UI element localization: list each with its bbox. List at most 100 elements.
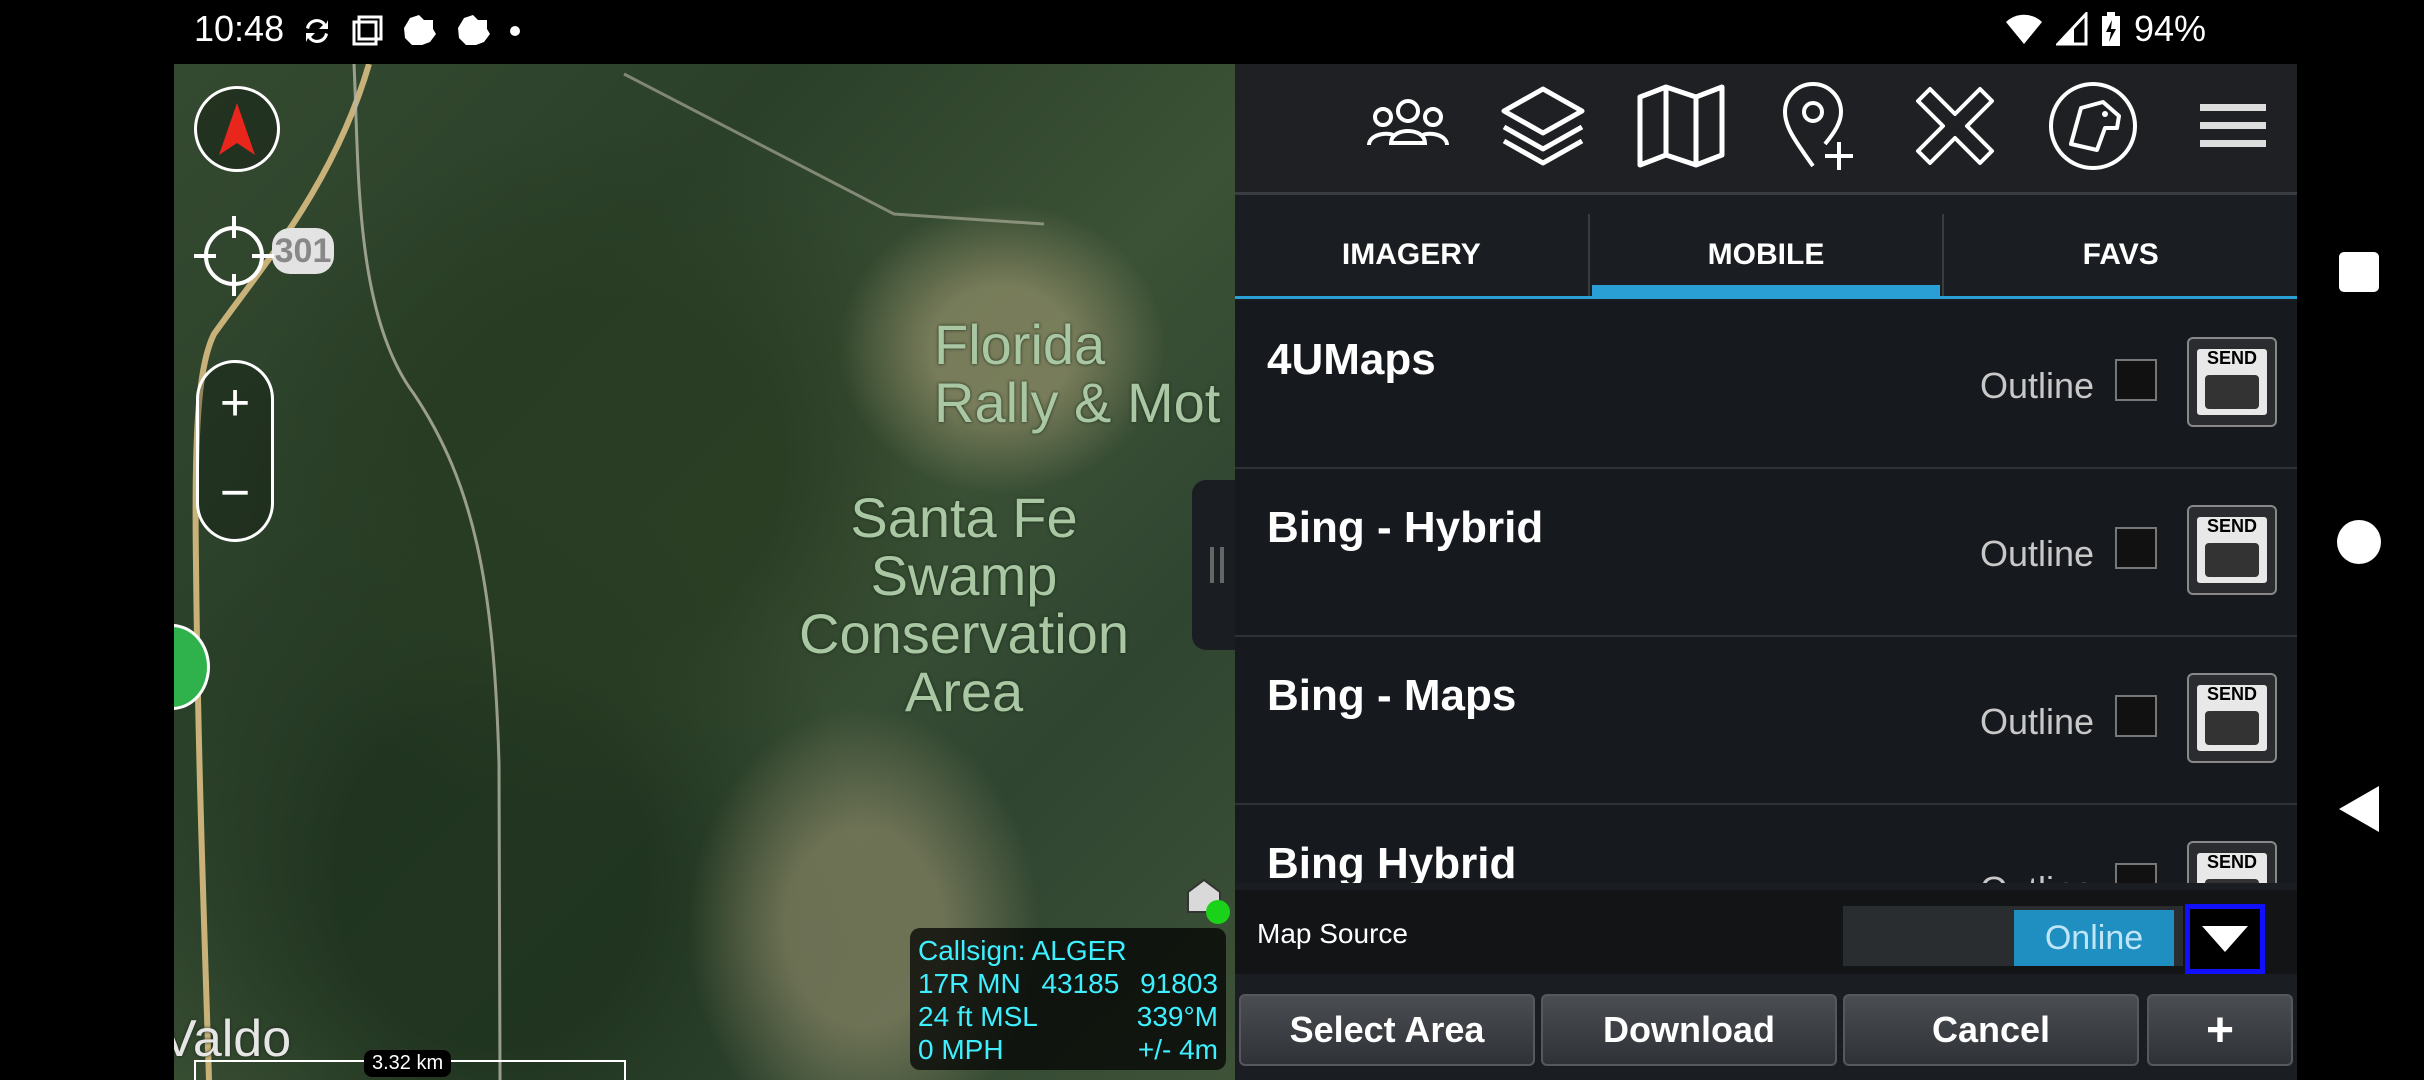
- grid-line: 17R MN 43185 91803: [918, 967, 1218, 1000]
- send-label: SEND: [2206, 516, 2257, 536]
- zoom-out-button[interactable]: −: [199, 463, 271, 523]
- wifi-icon: [2005, 14, 2042, 44]
- zoom-in-button[interactable]: +: [199, 373, 271, 433]
- altitude-line: 24 ft MSL 339°M: [918, 1000, 1218, 1033]
- status-time: 10:48: [194, 8, 285, 49]
- grid-zone: 17R MN: [918, 968, 1021, 999]
- heading: 339°M: [1136, 1001, 1218, 1032]
- notification-icon: [458, 15, 490, 45]
- map-source-value[interactable]: Online: [2014, 910, 2174, 966]
- drag-handle-icon: [1210, 547, 1224, 583]
- panel-drag-handle[interactable]: [1192, 480, 1235, 650]
- send-icon: SEND: [2197, 517, 2267, 583]
- route-shield: 301: [272, 228, 334, 274]
- cancel-button[interactable]: Cancel: [1843, 994, 2139, 1066]
- outline-label: Outline: [1980, 869, 2094, 883]
- map-manager-panel: IMAGERY MOBILE FAVS 4UMaps Outline SEND …: [1235, 64, 2297, 1080]
- map-source-list[interactable]: 4UMaps Outline SEND Bing - Hybrid Outlin…: [1235, 301, 2297, 883]
- send-icon: SEND: [2197, 685, 2267, 751]
- status-bar: 10:48 94%: [0, 0, 2424, 64]
- layers-icon: [1501, 86, 1585, 166]
- speed-line: 0 MPH +/- 4m: [918, 1033, 1218, 1066]
- list-item[interactable]: Bing - Maps Outline SEND: [1235, 637, 2297, 805]
- home-button[interactable]: [2337, 520, 2381, 564]
- my-location-button[interactable]: [192, 214, 276, 298]
- add-button[interactable]: +: [2147, 994, 2293, 1066]
- back-button[interactable]: [2337, 784, 2381, 839]
- tak-marker-icon: [1187, 878, 1230, 924]
- outline-label: Outline: [1980, 701, 2095, 742]
- map-label-florida: Florida Rally & Mot: [934, 313, 1221, 434]
- send-label: SEND: [2206, 684, 2257, 704]
- outline-checkbox[interactable]: [2115, 863, 2157, 883]
- list-item[interactable]: Bing Hybrid Outline SEND: [1235, 805, 2297, 883]
- outline-label: Outline: [1980, 533, 2095, 574]
- contacts-icon: [1367, 99, 1449, 146]
- compass-button[interactable]: [194, 86, 280, 172]
- sync-icon: [306, 19, 328, 43]
- contacts-button[interactable]: [1360, 78, 1456, 174]
- send-button[interactable]: SEND: [2187, 505, 2277, 595]
- send-label: SEND: [2206, 852, 2257, 872]
- map-name: Bing - Maps: [1267, 671, 1517, 720]
- map-label-swamp: Santa Fe Swamp Conservation Area: [799, 486, 1129, 723]
- send-button[interactable]: SEND: [2187, 673, 2277, 763]
- tab-imagery[interactable]: IMAGERY: [1235, 214, 1590, 296]
- map-name: Bing - Hybrid: [1267, 503, 1544, 552]
- add-marker-button[interactable]: [1770, 78, 1866, 174]
- menu-button[interactable]: [2185, 78, 2281, 174]
- map-source-label: Map Source: [1257, 918, 1408, 949]
- altitude: 24 ft MSL: [918, 1001, 1038, 1032]
- crosshair-icon: [194, 216, 274, 296]
- easting: 43185: [1041, 968, 1120, 999]
- send-button[interactable]: SEND: [2187, 841, 2277, 883]
- close-icon: [1916, 87, 1994, 165]
- accuracy: +/- 4m: [1137, 1034, 1218, 1065]
- tab-favs[interactable]: FAVS: [1944, 214, 2297, 296]
- status-right: 94%: [2004, 8, 2206, 50]
- action-bar: Select Area Download Cancel +: [1235, 988, 2297, 1072]
- outline-checkbox[interactable]: [2115, 359, 2157, 401]
- send-button[interactable]: SEND: [2187, 337, 2277, 427]
- signal-icon: [2055, 12, 2088, 46]
- map-source-dropdown[interactable]: [2185, 904, 2265, 974]
- northing: 91803: [1140, 968, 1218, 999]
- outline-checkbox[interactable]: [2115, 695, 2157, 737]
- source-tabs: IMAGERY MOBILE FAVS: [1235, 214, 2297, 299]
- speed: 0 MPH: [918, 1034, 1004, 1065]
- chevron-down-icon: [2202, 926, 2248, 952]
- list-item[interactable]: Bing - Hybrid Outline SEND: [1235, 469, 2297, 637]
- north-arrow-icon: [219, 103, 255, 155]
- battery-icon: [2101, 12, 2120, 46]
- map-source-bar: Map Source Online: [1235, 890, 2297, 974]
- map-button[interactable]: [1633, 78, 1729, 174]
- send-icon: SEND: [2197, 853, 2267, 883]
- map-icon: [1637, 84, 1725, 168]
- recents-button[interactable]: [2339, 252, 2379, 292]
- map-name: 4UMaps: [1267, 335, 1436, 384]
- menu-icon: [2200, 104, 2266, 147]
- status-left-icons: [300, 12, 522, 50]
- zoom-control: + −: [196, 360, 274, 542]
- tab-mobile[interactable]: MOBILE: [1590, 214, 1945, 299]
- screenshot-icon: [352, 15, 383, 46]
- close-tool-button[interactable]: [1907, 78, 2003, 174]
- back-icon: [2339, 786, 2379, 832]
- dog-icon: [2049, 82, 2137, 170]
- top-toolbar: [1235, 64, 2297, 195]
- callsign-text: Callsign: ALGER: [918, 935, 1127, 966]
- select-area-button[interactable]: Select Area: [1239, 994, 1535, 1066]
- self-marker[interactable]: [1182, 876, 1232, 926]
- map-name: Bing Hybrid: [1267, 839, 1517, 883]
- download-button[interactable]: Download: [1541, 994, 1837, 1066]
- dot-icon: [510, 26, 520, 36]
- layers-button[interactable]: [1495, 78, 1591, 174]
- scale-label: 3.32 km: [364, 1050, 452, 1077]
- position-info-box: Callsign: ALGER 17R MN 43185 91803 24 ft M…: [910, 928, 1226, 1070]
- send-icon: SEND: [2197, 349, 2267, 415]
- outline-checkbox[interactable]: [2115, 527, 2157, 569]
- send-label: SEND: [2206, 348, 2257, 368]
- list-item[interactable]: 4UMaps Outline SEND: [1235, 301, 2297, 469]
- plugin-button[interactable]: [2045, 78, 2141, 174]
- battery-percent: 94%: [2133, 8, 2206, 49]
